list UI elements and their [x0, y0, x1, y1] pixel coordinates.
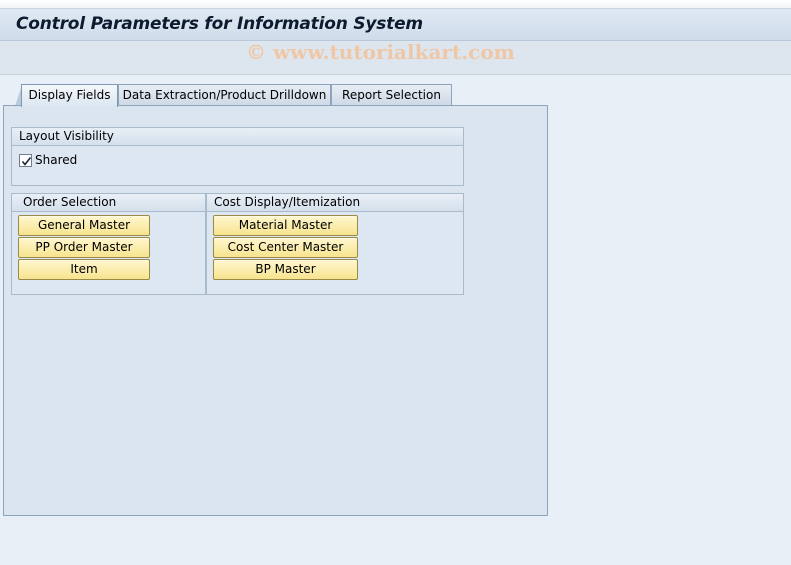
tab-report-selection[interactable]: Report Selection — [331, 84, 452, 106]
tab-strip: Display Fields Data Extraction/Product D… — [0, 84, 560, 107]
bp-master-button[interactable]: BP Master — [213, 259, 358, 280]
material-master-button[interactable]: Material Master — [213, 215, 358, 236]
order-selection-group: Order Selection General Master PP Order … — [11, 193, 206, 295]
cost-display-group: Cost Display/Itemization Material Master… — [206, 193, 464, 295]
layout-visibility-header: Layout Visibility — [12, 128, 463, 146]
title-bar: Control Parameters for Information Syste… — [0, 9, 791, 41]
shared-label: Shared — [35, 153, 78, 167]
tab-content-panel: Layout Visibility Shared Order Selection… — [3, 105, 548, 516]
cost-center-master-button[interactable]: Cost Center Master — [213, 237, 358, 258]
window-top-strip — [0, 0, 791, 9]
tab-display-fields[interactable]: Display Fields — [21, 84, 118, 107]
order-selection-header: Order Selection — [12, 194, 205, 212]
cost-display-header: Cost Display/Itemization — [207, 194, 463, 212]
checkmark-icon — [21, 156, 32, 166]
tab-data-extraction[interactable]: Data Extraction/Product Drilldown — [118, 84, 331, 106]
page-title: Control Parameters for Information Syste… — [16, 14, 423, 34]
item-button[interactable]: Item — [18, 259, 150, 280]
watermark-text: © www.tutorialkart.com — [246, 40, 515, 64]
shared-checkbox-row: Shared — [19, 153, 77, 167]
layout-visibility-group: Layout Visibility Shared — [11, 127, 464, 186]
pp-order-master-button[interactable]: PP Order Master — [18, 237, 150, 258]
shared-checkbox[interactable] — [19, 153, 32, 167]
general-master-button[interactable]: General Master — [18, 215, 150, 236]
